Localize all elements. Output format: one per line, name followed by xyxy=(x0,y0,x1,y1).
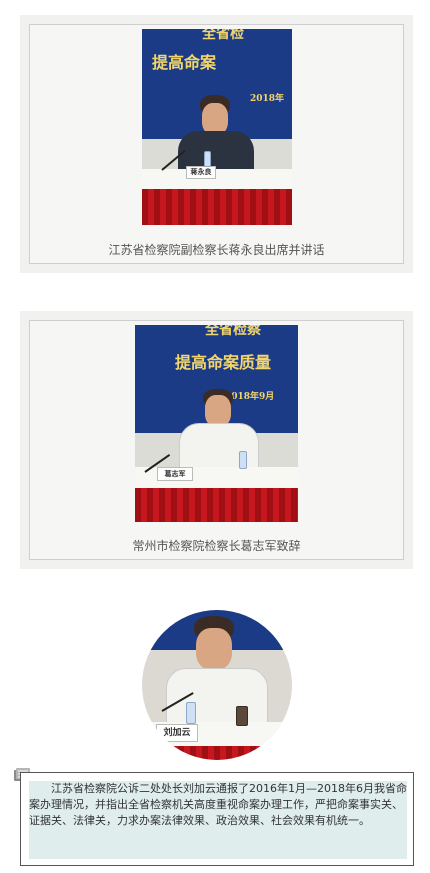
banner-date: 2018年 xyxy=(250,94,285,104)
photo-frame: 全省检 提高命案 2018年 蒋永良 江苏省检察院副检察长蒋永良出席并讲话 xyxy=(29,24,404,264)
summary-note: 江苏省检察院公诉二处处长刘加云通报了2016年1月—2018年6月我省命案办理情… xyxy=(20,772,414,866)
summary-note-text: 江苏省检察院公诉二处处长刘加云通报了2016年1月—2018年6月我省命案办理情… xyxy=(29,782,407,827)
desk xyxy=(142,169,292,191)
photo-caption-1: 江苏省检察院副检察长蒋永良出席并讲话 xyxy=(108,243,325,257)
nameplate: 蒋永良 xyxy=(186,166,216,179)
photo-caption-2: 常州市检察院检察长葛志军致辞 xyxy=(132,539,301,553)
water-bottle xyxy=(186,702,196,724)
photo-frame: 全省检察 提高命案质量 2018年9月 葛志军 常州市检察院检察长葛志军致辞 xyxy=(29,320,404,560)
cup xyxy=(236,706,248,726)
speaker-photo-1: 全省检 提高命案 2018年 蒋永良 xyxy=(142,29,292,225)
red-curtain xyxy=(135,488,298,522)
banner-line-2: 提高命案 xyxy=(152,53,217,72)
water-bottle xyxy=(204,151,211,167)
photo-card-2: 全省检察 提高命案质量 2018年9月 葛志军 常州市检察院检察长葛志军致辞 xyxy=(20,311,413,569)
red-curtain xyxy=(142,746,292,760)
water-bottle xyxy=(239,451,247,469)
speaker-portrait: 刘加云 xyxy=(142,610,292,760)
nameplate: 刘加云 xyxy=(156,724,198,742)
speaker-photo-2: 全省检察 提高命案质量 2018年9月 葛志军 xyxy=(135,325,298,522)
banner-line-2: 提高命案质量 xyxy=(175,353,272,372)
red-curtain xyxy=(142,189,292,225)
banner-line-1: 全省检 xyxy=(202,29,244,42)
nameplate: 葛志军 xyxy=(157,467,193,481)
banner-line-1: 全省检察 xyxy=(205,325,261,338)
speaker-face xyxy=(196,628,232,670)
photo-card-1: 全省检 提高命案 2018年 蒋永良 江苏省检察院副检察长蒋永良出席并讲话 xyxy=(20,15,413,273)
